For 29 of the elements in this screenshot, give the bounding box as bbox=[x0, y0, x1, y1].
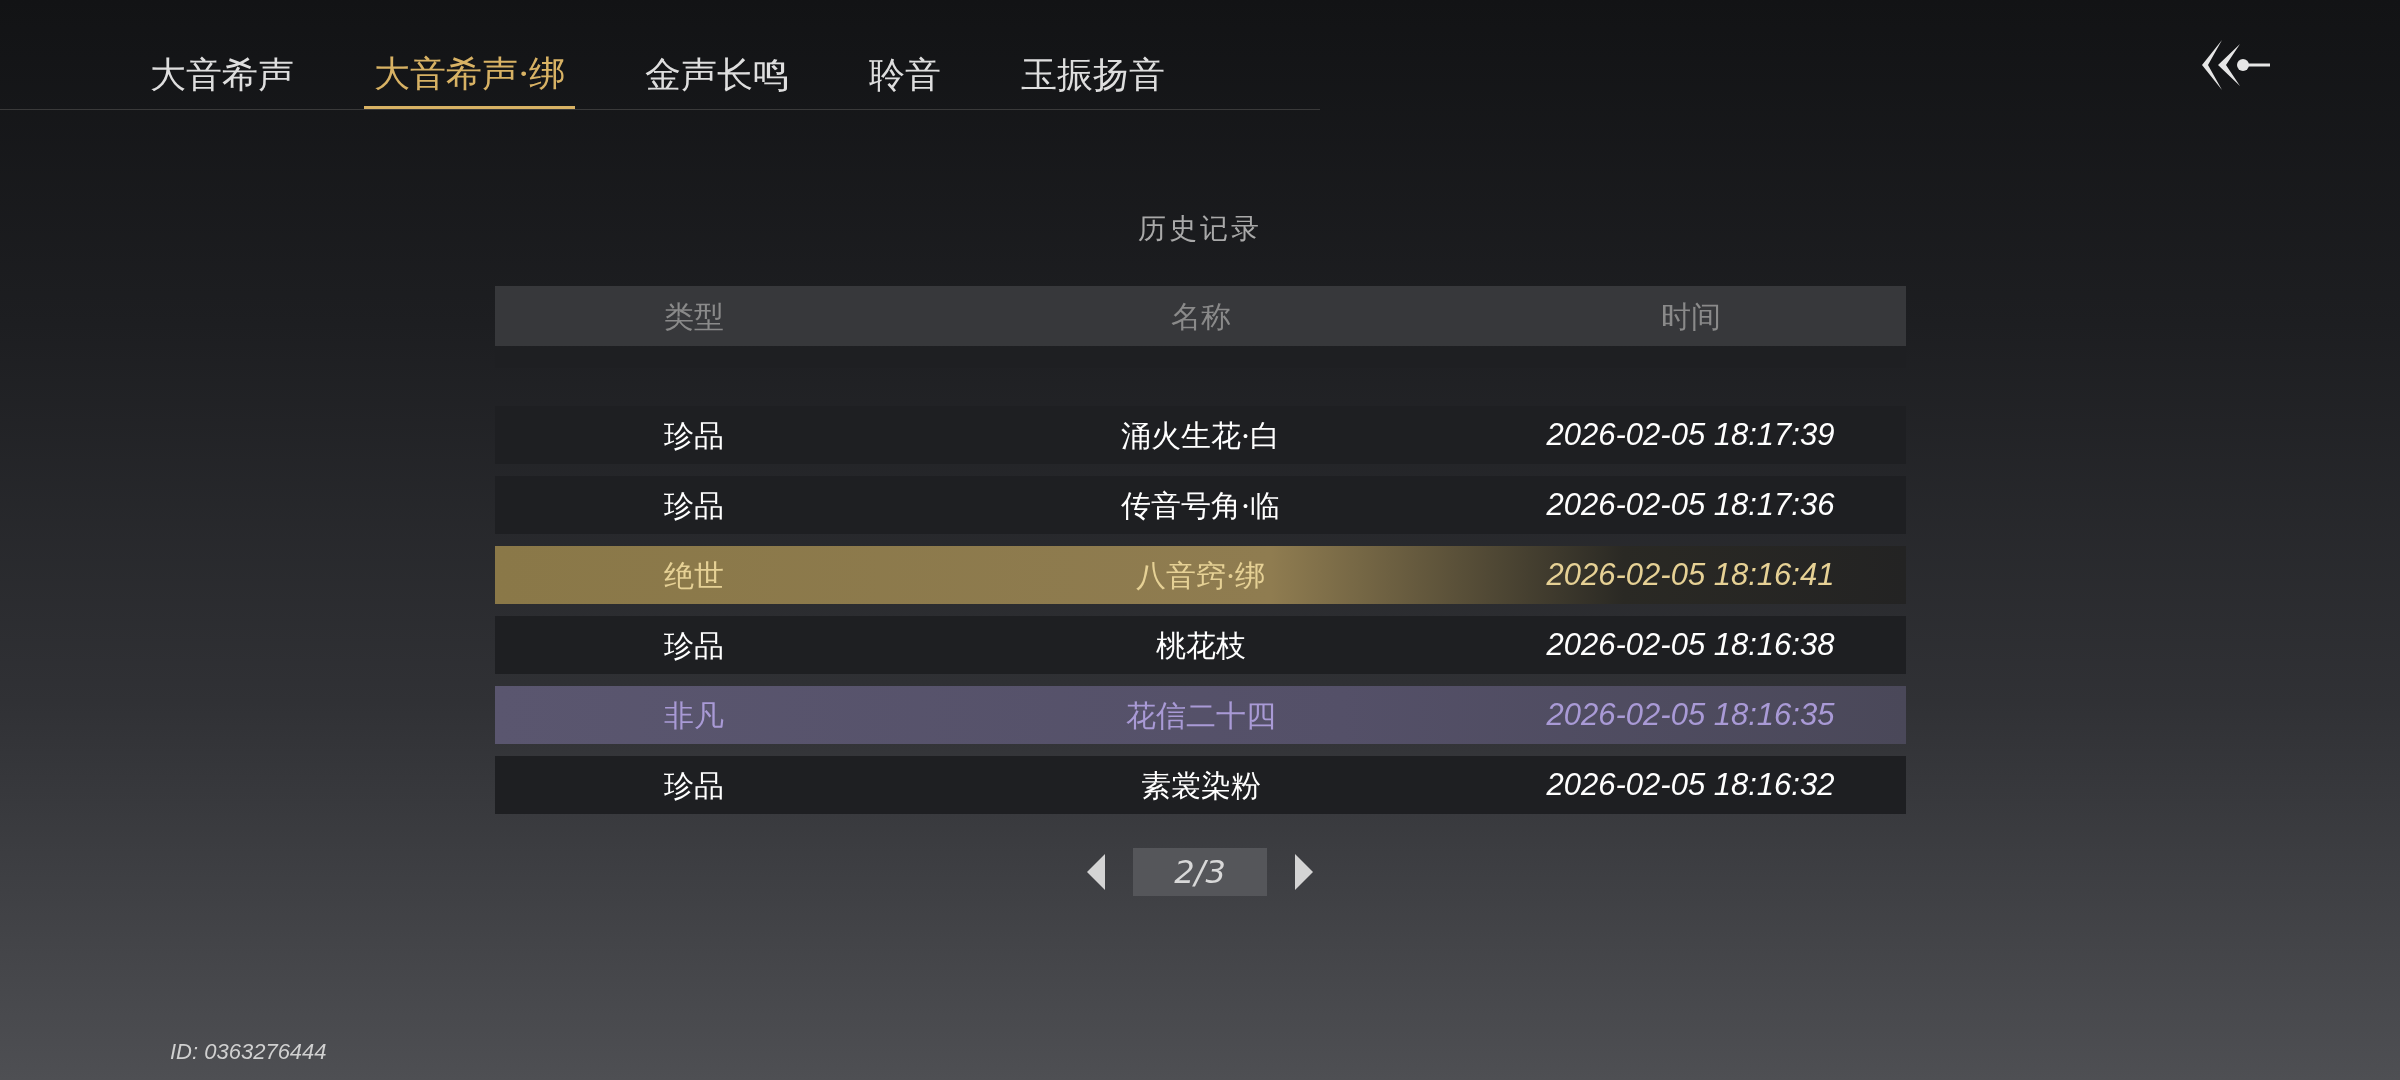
table-cell-text: 传音号角·临 bbox=[1119, 486, 1282, 525]
table-cell-text: 2026-02-05 18:17:39 bbox=[1545, 415, 1836, 454]
table-cell-text: 珍品 bbox=[662, 416, 725, 455]
table-cell-text: 桃花枝 bbox=[1154, 626, 1247, 665]
page-indicator: 2/3 bbox=[1133, 848, 1267, 896]
table-cell-text: 花信二十四 bbox=[1124, 696, 1277, 735]
table-cell-text: 非凡 bbox=[662, 696, 725, 735]
table-cell-text: 涌火生花·白 bbox=[1119, 416, 1282, 455]
tab[interactable]: 聆音 bbox=[859, 47, 952, 109]
table-cell-text: 2026-02-05 18:16:32 bbox=[1545, 765, 1836, 804]
column-header: 名称 bbox=[1169, 297, 1232, 336]
table-cell-text: 2026-02-05 18:16:35 bbox=[1545, 695, 1836, 734]
tab[interactable]: 玉振扬音 bbox=[1011, 47, 1176, 109]
table-cell-text: 2026-02-05 18:16:41 bbox=[1545, 555, 1836, 594]
column-header: 时间 bbox=[1659, 297, 1722, 336]
player-id: ID: 0363276444 bbox=[170, 1038, 328, 1066]
table-cell-text: 绝世 bbox=[662, 556, 725, 595]
tab[interactable]: 大音希声 bbox=[140, 47, 304, 109]
tab[interactable]: 大音希声·绑 bbox=[364, 47, 576, 109]
tab[interactable]: 金声长鸣 bbox=[635, 47, 800, 109]
table-cell-text: 素裳染粉 bbox=[1139, 766, 1262, 805]
column-header: 类型 bbox=[662, 297, 725, 336]
history-title: 历史记录 bbox=[1138, 211, 1262, 247]
table-cell-text: 珍品 bbox=[662, 766, 725, 805]
table-cell-text: 珍品 bbox=[662, 486, 725, 525]
table-cell-text: 2026-02-05 18:16:38 bbox=[1545, 625, 1836, 664]
table-cell-text: 八音窍·绑 bbox=[1134, 556, 1267, 595]
table-cell-text: 珍品 bbox=[662, 626, 725, 665]
table-cell-text: 2026-02-05 18:17:36 bbox=[1545, 485, 1836, 524]
